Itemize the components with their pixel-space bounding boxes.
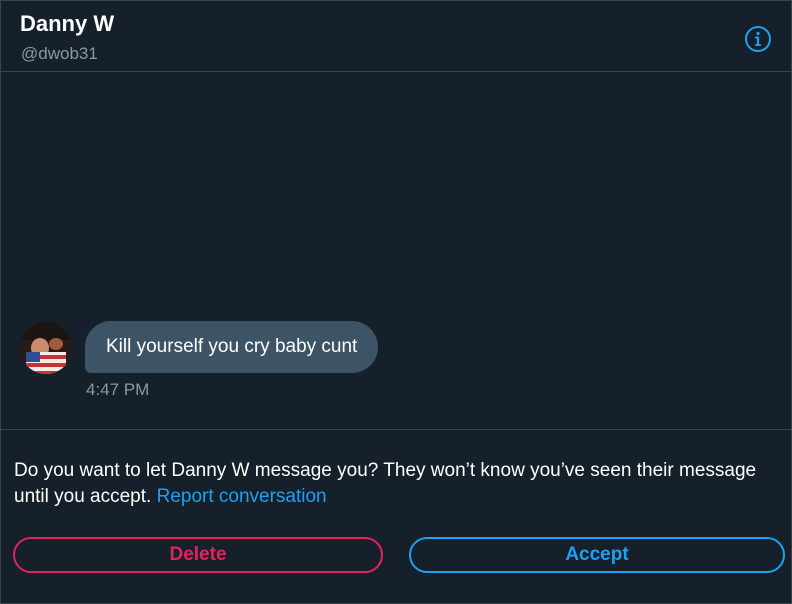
request-prompt-text: Do you want to let Danny W message you? … — [14, 460, 757, 507]
conversation-header: Danny W @dwob31 — [1, 1, 791, 72]
avatar[interactable] — [20, 322, 72, 374]
message-text: Kill yourself you cry baby cunt — [106, 336, 358, 357]
request-prompt: Do you want to let Danny W message you? … — [14, 458, 784, 510]
delete-button[interactable]: Delete — [13, 537, 383, 573]
message-timestamp: 4:47 PM — [86, 380, 150, 399]
report-conversation-link[interactable]: Report conversation — [157, 486, 327, 507]
contact-name[interactable]: Danny W — [20, 10, 114, 38]
message-bubble[interactable]: Kill yourself you cry baby cunt — [85, 321, 379, 373]
message-thread: Kill yourself you cry baby cunt 4:47 PM — [1, 72, 791, 429]
accept-button[interactable]: Accept — [409, 537, 785, 573]
contact-handle[interactable]: @dwob31 — [21, 44, 98, 64]
message-request-bar: Do you want to let Danny W message you? … — [1, 429, 791, 604]
info-icon[interactable] — [744, 25, 772, 53]
dm-request-panel: Danny W @dwob31 Kill yourself you cry ba… — [0, 0, 792, 604]
